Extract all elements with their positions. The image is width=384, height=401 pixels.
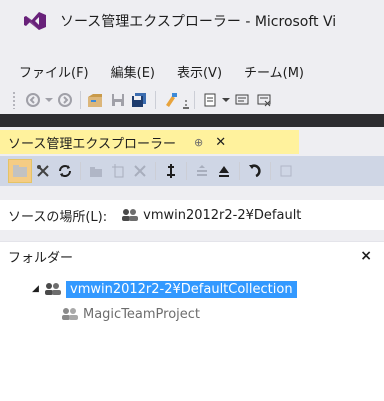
check-out-icon[interactable] xyxy=(191,160,213,182)
back-icon[interactable] xyxy=(22,89,44,111)
toolbar-separator xyxy=(186,162,187,180)
toolbar-separator xyxy=(270,162,271,180)
forward-icon[interactable] xyxy=(54,89,76,111)
document-icon[interactable] xyxy=(199,89,221,111)
expand-arrow-icon[interactable]: ◢ xyxy=(32,284,44,294)
paint-icon[interactable] xyxy=(160,89,182,111)
new-project-icon[interactable] xyxy=(85,89,107,111)
source-location-bar: ソースの場所(L): vmwin2012r2-2¥Default xyxy=(0,200,384,230)
tree-item-label: MagicTeamProject xyxy=(83,306,201,322)
history-icon[interactable] xyxy=(275,160,297,182)
toolbar-separator xyxy=(155,162,156,180)
toolbar-grip[interactable] xyxy=(12,91,16,109)
undo-icon[interactable] xyxy=(244,160,266,182)
team-project-collection-icon xyxy=(45,283,61,295)
dropdown-arrow-icon[interactable] xyxy=(44,89,54,111)
uncomment-icon[interactable] xyxy=(253,89,275,111)
close-folder-pane-icon[interactable]: × xyxy=(360,248,372,264)
explorer-home-icon[interactable] xyxy=(8,159,32,183)
workspace-icon[interactable] xyxy=(32,160,54,182)
check-in-icon[interactable] xyxy=(213,160,235,182)
toolbar-separator xyxy=(155,91,156,109)
save-all-icon[interactable] xyxy=(129,89,151,111)
source-location-value[interactable]: vmwin2012r2-2¥Default xyxy=(143,208,301,223)
visual-studio-logo-icon xyxy=(24,12,46,30)
menu-view[interactable]: 表示(V) xyxy=(177,62,222,81)
toolbar-separator xyxy=(80,91,81,109)
tree-item-project[interactable]: MagicTeamProject xyxy=(61,304,200,324)
refresh-icon[interactable] xyxy=(54,160,76,182)
tab-label: ソース管理エクスプローラー xyxy=(8,136,176,152)
source-location-label: ソースの場所(L): xyxy=(8,209,108,225)
toolbar-separator xyxy=(80,162,81,180)
tab-source-control-explorer[interactable]: ソース管理エクスプローラー ⊕ ✕ xyxy=(0,130,299,154)
folder-tree: ◢ vmwin2012r2-2¥DefaultCollection MagicT… xyxy=(0,270,384,401)
team-project-collection-icon xyxy=(122,209,139,221)
tree-item-label: vmwin2012r2-2¥DefaultCollection xyxy=(66,280,297,298)
overflow-grip-icon[interactable] xyxy=(182,89,190,111)
delete-icon[interactable] xyxy=(129,160,151,182)
toolbar-separator xyxy=(239,162,240,180)
toolbar-separator xyxy=(194,91,195,109)
main-toolbar xyxy=(0,86,384,114)
pin-icon[interactable]: ⊕ xyxy=(194,136,203,149)
team-project-icon xyxy=(62,308,78,320)
new-folder-icon[interactable] xyxy=(85,160,107,182)
title-bar: ソース管理エクスプローラー - Microsoft Vi xyxy=(0,0,384,42)
menu-edit[interactable]: 編集(E) xyxy=(111,62,155,81)
menu-bar: ファイル(F) 編集(E) 表示(V) チーム(M) xyxy=(0,58,384,84)
add-items-icon[interactable] xyxy=(107,160,129,182)
compare-icon[interactable] xyxy=(160,160,182,182)
window-title: ソース管理エクスプローラー - Microsoft Vi xyxy=(60,14,337,30)
folder-pane-title: フォルダー xyxy=(8,250,74,266)
menu-team[interactable]: チーム(M) xyxy=(244,62,304,81)
tree-item-collection[interactable]: ◢ vmwin2012r2-2¥DefaultCollection xyxy=(32,279,297,299)
save-icon[interactable] xyxy=(107,89,129,111)
explorer-toolbar xyxy=(0,156,384,186)
close-tab-icon[interactable]: ✕ xyxy=(215,135,226,150)
menu-file[interactable]: ファイル(F) xyxy=(19,62,89,81)
folder-pane-header: フォルダー × xyxy=(0,241,384,270)
dropdown-arrow-icon[interactable] xyxy=(221,89,231,111)
comment-icon[interactable] xyxy=(231,89,253,111)
